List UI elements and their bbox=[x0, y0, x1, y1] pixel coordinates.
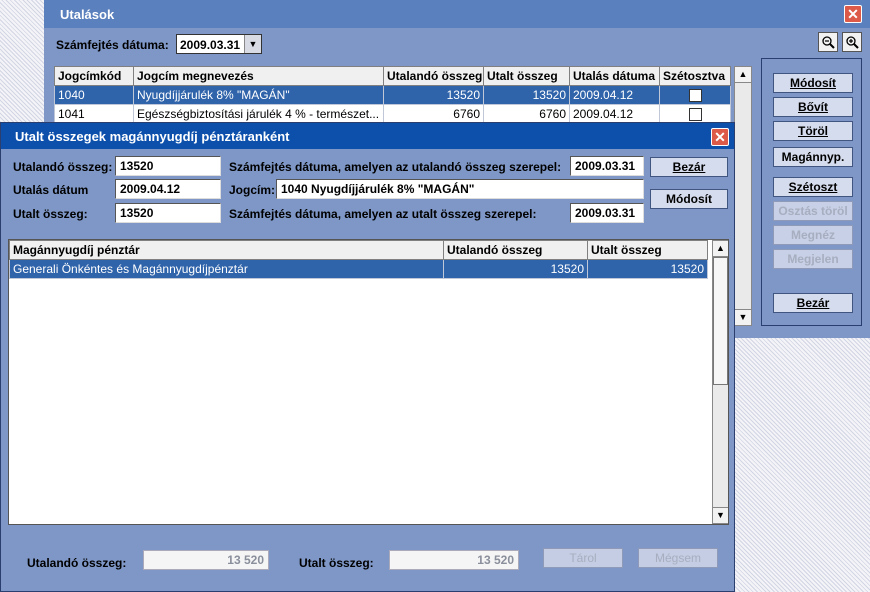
megsem-button[interactable]: Mégsem bbox=[638, 548, 718, 568]
window-title: Utalások bbox=[60, 7, 115, 22]
magannyugdij-dialog: Utalt összegek magánnyugdíj pénztárankén… bbox=[0, 122, 735, 592]
cell-due: 13520 bbox=[383, 85, 484, 105]
cell-paid: 13520 bbox=[483, 85, 570, 105]
cell-code: 1041 bbox=[54, 104, 134, 124]
tarol-button[interactable]: Tárol bbox=[543, 548, 623, 568]
fund-list: Magánnyugdíj pénztár Utalandó összeg Uta… bbox=[8, 239, 729, 525]
col-header-utalando[interactable]: Utalandó összeg bbox=[383, 66, 484, 86]
zoom-in-icon[interactable] bbox=[842, 32, 862, 52]
utalt-label: Utalt összeg: bbox=[13, 207, 88, 221]
col-header-fund[interactable]: Magánnyugdíj pénztár bbox=[9, 240, 444, 260]
szetoszt-button[interactable]: Szétoszt bbox=[773, 177, 853, 197]
cell-distributed bbox=[659, 85, 731, 105]
scroll-down-icon[interactable]: ▼ bbox=[735, 309, 751, 325]
checkbox[interactable] bbox=[688, 108, 702, 122]
jogcim-field[interactable]: 1040 Nyugdíjjárulék 8% "MAGÁN" bbox=[276, 179, 644, 199]
cell-paid: 13520 bbox=[587, 259, 708, 279]
cell-paid: 6760 bbox=[483, 104, 570, 124]
date-label: Számfejtés dátuma: bbox=[56, 38, 169, 52]
bovit-button[interactable]: Bővít bbox=[773, 97, 853, 117]
cell-distributed bbox=[659, 104, 731, 124]
szamf-utalando-label: Számfejtés dátuma, amelyen az utalandó ö… bbox=[229, 160, 562, 174]
desktop-background bbox=[0, 0, 44, 122]
checkbox[interactable] bbox=[688, 89, 702, 103]
table-header-row: Jogcímkód Jogcím megnevezés Utalandó öss… bbox=[54, 66, 731, 86]
col-header-due[interactable]: Utalandó összeg bbox=[443, 240, 588, 260]
dialog-titlebar: Utalt összegek magánnyugdíj pénztárankén… bbox=[1, 123, 734, 149]
close-icon[interactable]: ✕ bbox=[844, 5, 862, 23]
bezar-label: Bezár bbox=[796, 296, 830, 310]
utalt-field[interactable]: 13520 bbox=[115, 203, 221, 223]
footer-utalando-label: Utalandó összeg: bbox=[27, 556, 127, 570]
torol-button[interactable]: Töröl bbox=[773, 121, 853, 141]
jogcim-label: Jogcím: bbox=[229, 183, 276, 197]
szamf-utalando-field[interactable]: 2009.03.31 bbox=[570, 156, 644, 176]
magannyp-button[interactable]: Magánnyp. bbox=[773, 147, 853, 167]
szamf-utalt-field[interactable]: 2009.03.31 bbox=[570, 203, 644, 223]
close-icon[interactable]: ✕ bbox=[711, 128, 729, 146]
utalando-field[interactable]: 13520 bbox=[115, 156, 221, 176]
cell-date: 2009.04.12 bbox=[569, 85, 660, 105]
fund-table: Magánnyugdíj pénztár Utalandó összeg Uta… bbox=[9, 240, 708, 279]
table-row[interactable]: 1040 Nyugdíjjárulék 8% "MAGÁN" 13520 135… bbox=[54, 85, 731, 105]
table-row[interactable]: Generali Önkéntes és Magánnyugdíjpénztár… bbox=[9, 259, 708, 279]
cell-fund: Generali Önkéntes és Magánnyugdíjpénztár bbox=[9, 259, 444, 279]
footer-utalt-field: 13 520 bbox=[389, 550, 519, 570]
cell-name: Nyugdíjjárulék 8% "MAGÁN" bbox=[133, 85, 384, 105]
utalasok-titlebar: Utalások ✕ bbox=[44, 0, 870, 28]
utalas-datum-label: Utalás dátum bbox=[13, 183, 89, 197]
zoom-out-icon[interactable] bbox=[818, 32, 838, 52]
cell-date: 2009.04.12 bbox=[569, 104, 660, 124]
szetoszt-label: Szétoszt bbox=[788, 180, 838, 194]
col-header-paid[interactable]: Utalt összeg bbox=[587, 240, 708, 260]
cell-due: 6760 bbox=[383, 104, 484, 124]
modosit-button[interactable]: Módosít bbox=[773, 73, 853, 93]
col-header-szetosztva[interactable]: Szétosztva bbox=[659, 66, 731, 86]
list-scrollbar[interactable]: ▲ ▼ bbox=[712, 240, 728, 524]
megnez-button[interactable]: Megnéz bbox=[773, 225, 853, 245]
scroll-down-icon[interactable]: ▼ bbox=[713, 507, 728, 523]
torol-label: Töröl bbox=[798, 124, 828, 138]
utalas-datum-field[interactable]: 2009.04.12 bbox=[115, 179, 221, 199]
cell-name: Egészségbiztosítási járulék 4 % - termés… bbox=[133, 104, 384, 124]
utalasok-table: Jogcímkód Jogcím megnevezés Utalandó öss… bbox=[54, 66, 731, 124]
scroll-thumb[interactable] bbox=[713, 257, 728, 385]
szamf-utalt-label: Számfejtés dátuma, amelyen az utalt össz… bbox=[229, 207, 537, 221]
col-header-utalt[interactable]: Utalt összeg bbox=[483, 66, 570, 86]
date-value: 2009.03.31 bbox=[180, 38, 241, 52]
megjelen-button[interactable]: Megjelen bbox=[773, 249, 853, 269]
chevron-down-icon[interactable]: ▼ bbox=[244, 35, 261, 53]
scroll-up-icon[interactable]: ▲ bbox=[713, 241, 728, 257]
footer-utalt-label: Utalt összeg: bbox=[299, 556, 374, 570]
col-header-jogcim[interactable]: Jogcím megnevezés bbox=[133, 66, 384, 86]
bovit-label: Bővít bbox=[798, 100, 828, 114]
bezar-button[interactable]: Bezár bbox=[650, 157, 728, 177]
utalando-label: Utalandó összeg: bbox=[13, 160, 113, 174]
scroll-up-icon[interactable]: ▲ bbox=[735, 67, 751, 83]
side-button-panel: Módosít Bővít Töröl Magánnyp. Szétoszt O… bbox=[761, 58, 862, 326]
cell-due: 13520 bbox=[443, 259, 588, 279]
dialog-title: Utalt összegek magánnyugdíj pénztárankén… bbox=[15, 129, 290, 144]
modosit-button[interactable]: Módosít bbox=[650, 189, 728, 209]
osztas-torol-button[interactable]: Osztás töröl bbox=[773, 201, 853, 221]
table-row[interactable]: 1041 Egészségbiztosítási járulék 4 % - t… bbox=[54, 104, 731, 124]
table-header-row: Magánnyugdíj pénztár Utalandó összeg Uta… bbox=[9, 240, 708, 260]
col-header-datum[interactable]: Utalás dátuma bbox=[569, 66, 660, 86]
date-select[interactable]: 2009.03.31 ▼ bbox=[176, 34, 262, 54]
table-scrollbar[interactable]: ▲ ▼ bbox=[734, 66, 752, 326]
bezar-button[interactable]: Bezár bbox=[773, 293, 853, 313]
col-header-jogcimkod[interactable]: Jogcímkód bbox=[54, 66, 134, 86]
bezar-label: Bezár bbox=[672, 160, 706, 174]
footer-utalando-field: 13 520 bbox=[143, 550, 269, 570]
modosit-label: Módosít bbox=[790, 76, 836, 90]
cell-code: 1040 bbox=[54, 85, 134, 105]
